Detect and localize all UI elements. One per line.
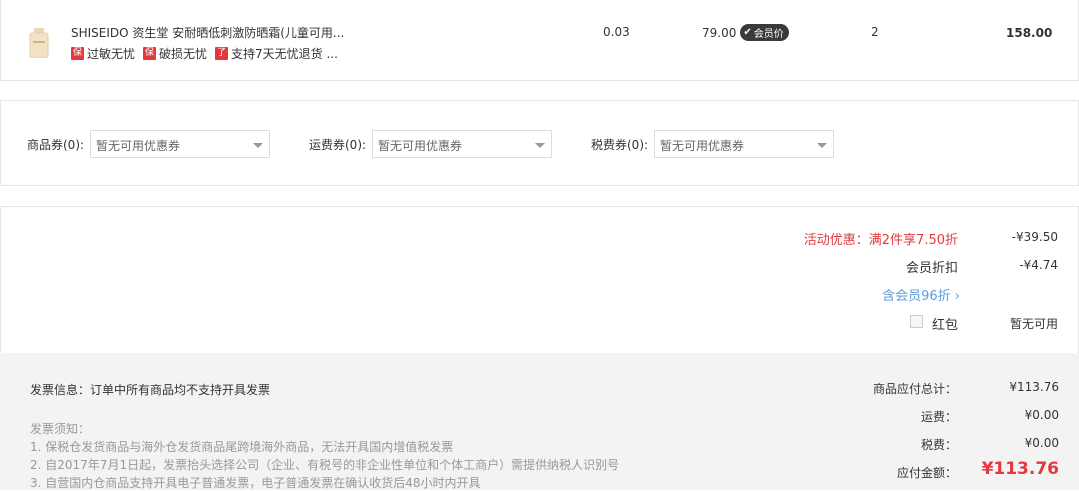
tax-label: 税费：	[920, 438, 957, 452]
product-subtotal: 158.00	[1006, 26, 1053, 40]
product-weight: 0.03	[603, 25, 630, 39]
product-name[interactable]: SHISEIDO 资生堂 安耐晒低刺激防晒霜(儿童可用...	[71, 24, 344, 41]
check-icon: ✔	[743, 27, 752, 38]
member-96-link[interactable]: 含会员96折 ›	[882, 285, 960, 304]
invoice-note-3: 3. 自营国内仓商品支持开具电子普通发票，电子普通发票在确认收货后48小时内开具	[30, 476, 481, 490]
product-tags: 保 过敏无忧 保 破损无忧 了 支持7天无忧退货 ...	[71, 45, 338, 62]
chevron-right-icon: ›	[954, 289, 960, 304]
invoice-note-2: 2. 自2017年7月1日起，发票抬头选择公司（企业、有税号的非企业性单位和个体…	[30, 458, 620, 472]
redpacket-label: 红包	[932, 318, 959, 333]
tag-return: 了 支持7天无忧退货 ...	[215, 47, 338, 61]
chevron-down-icon	[253, 143, 263, 148]
shipping-label: 运费：	[920, 410, 957, 424]
chevron-down-icon	[535, 143, 545, 148]
tax-value: ¥0.00	[1024, 436, 1059, 450]
goods-coupon-select[interactable]: 暂无可用优惠券	[90, 130, 270, 158]
member-price-badge: ✔ 会员价	[740, 24, 789, 41]
shipping-coupon-label: 运费券(0):	[309, 138, 367, 152]
product-row: SHISEIDO 资生堂 安耐晒低刺激防晒霜(儿童可用... 保 过敏无忧 保 …	[0, 0, 1079, 81]
coupon-section: 商品券(0): 暂无可用优惠券 运费券(0): 暂无可用优惠券 税费券(0): …	[0, 100, 1079, 186]
tag-damage: 保 破损无忧	[143, 47, 208, 61]
invoice-totals-section: 发票信息：订单中所有商品均不支持开具发票 发票须知： 1. 保税仓发货商品与海外…	[0, 353, 1079, 490]
goods-total-value: ¥113.76	[1009, 380, 1059, 394]
goods-total-label: 商品应付总计：	[872, 382, 957, 396]
invoice-info: 发票信息：订单中所有商品均不支持开具发票	[30, 383, 271, 397]
product-quantity: 2	[871, 25, 879, 39]
payable-label: 应付金额：	[896, 466, 957, 480]
tag-allergy: 保 过敏无忧	[71, 47, 136, 61]
guarantee-badge-icon: 保	[143, 47, 157, 60]
activity-discount-label: 活动优惠：满2件享7.50折	[803, 233, 958, 248]
payable-value: ¥113.76	[981, 459, 1059, 479]
product-price: 79.00 ✔ 会员价	[702, 24, 789, 41]
invoice-notice-title: 发票须知：	[30, 422, 91, 436]
invoice-note-1: 1. 保税仓发货商品与海外仓发货商品尾跨境海外商品，无法开具国内增值税发票	[30, 440, 454, 454]
tax-coupon-label: 税费券(0):	[591, 138, 649, 152]
activity-discount-value: -¥39.50	[1011, 230, 1058, 244]
redpacket-value: 暂无可用	[1009, 317, 1058, 331]
tax-coupon-select[interactable]: 暂无可用优惠券	[654, 130, 834, 158]
chevron-down-icon	[817, 143, 827, 148]
product-thumbnail[interactable]	[27, 28, 51, 59]
member-discount-label: 会员折扣	[905, 261, 958, 276]
return-badge-icon: 了	[215, 47, 229, 60]
shipping-value: ¥0.00	[1024, 408, 1059, 422]
member-discount-value: -¥4.74	[1019, 258, 1058, 272]
shipping-coupon-select[interactable]: 暂无可用优惠券	[372, 130, 552, 158]
discount-summary: 活动优惠：满2件享7.50折 -¥39.50 会员折扣 -¥4.74 含会员96…	[0, 206, 1079, 354]
guarantee-badge-icon: 保	[71, 47, 84, 60]
goods-coupon-label: 商品券(0):	[27, 138, 85, 152]
redpacket-checkbox[interactable]	[910, 315, 923, 328]
